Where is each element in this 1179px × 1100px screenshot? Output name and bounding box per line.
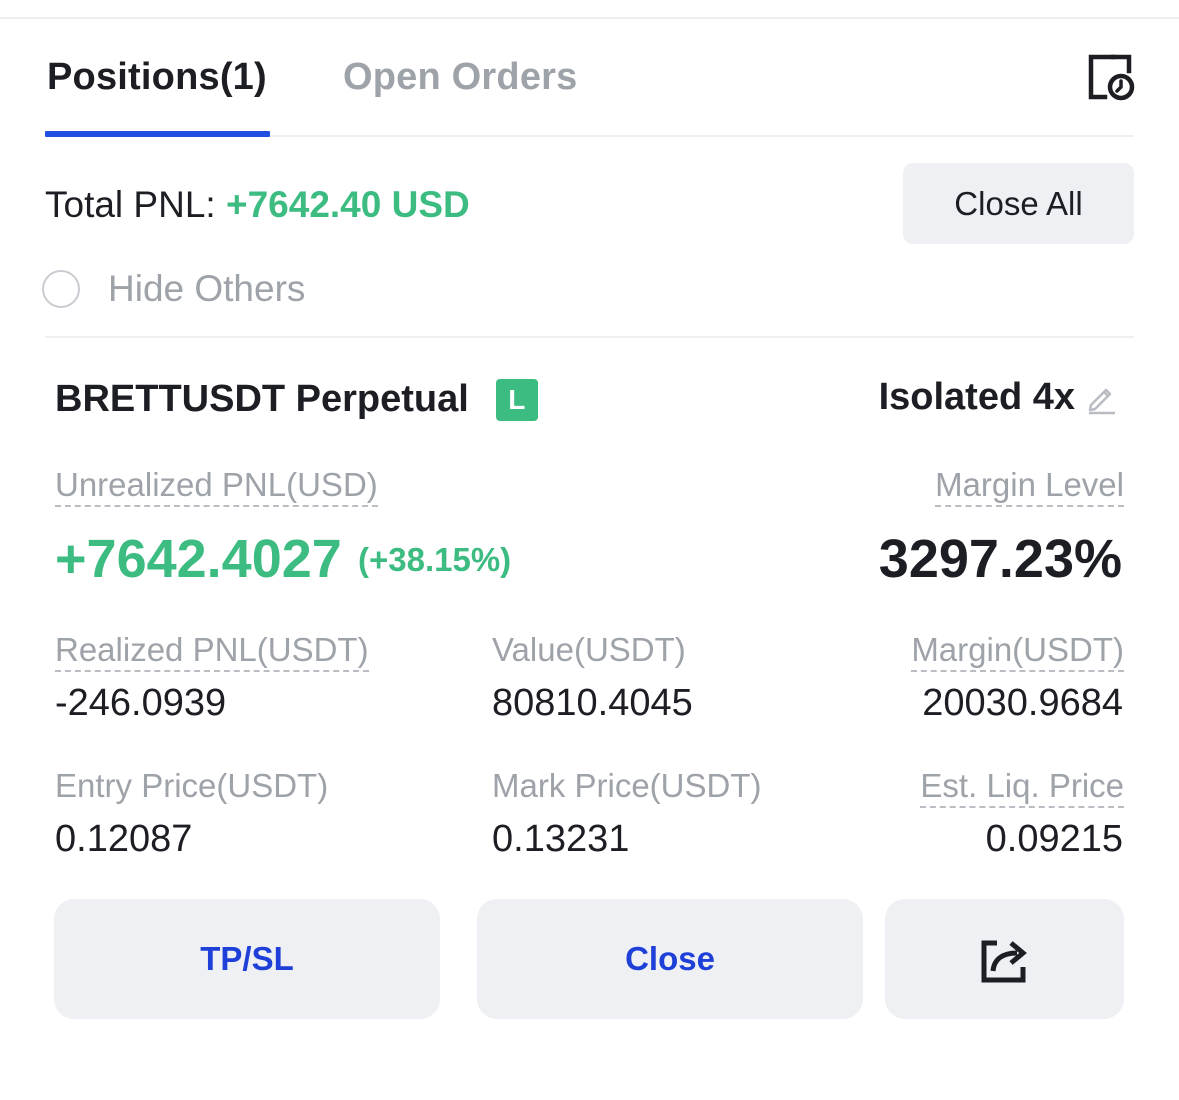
share-icon <box>981 940 1027 983</box>
realized-pnl-value: -246.0939 <box>55 682 227 724</box>
edit-pencil-icon[interactable] <box>1085 381 1119 415</box>
margin-level-label[interactable]: Margin Level <box>935 466 1124 507</box>
liq-price-label[interactable]: Est. Liq. Price <box>920 767 1124 808</box>
tpsl-button[interactable]: TP/SL <box>54 899 440 1019</box>
unrealized-pnl-value: +7642.4027 <box>55 529 342 589</box>
top-divider <box>0 17 1179 19</box>
active-tab-indicator <box>45 131 270 137</box>
section-divider <box>45 336 1134 338</box>
tab-open-orders[interactable]: Open Orders <box>343 56 578 99</box>
mark-price-label: Mark Price(USDT) <box>492 767 762 804</box>
close-all-button[interactable]: Close All <box>903 163 1134 244</box>
margin-label[interactable]: Margin(USDT) <box>911 631 1124 672</box>
hide-others-label: Hide Others <box>108 268 306 309</box>
hide-others-radio[interactable] <box>42 270 80 308</box>
value-label: Value(USDT) <box>492 631 686 668</box>
realized-pnl-label[interactable]: Realized PNL(USDT) <box>55 631 369 672</box>
long-side-badge: L <box>495 378 538 421</box>
close-position-button[interactable]: Close <box>477 899 863 1019</box>
unrealized-pnl-label[interactable]: Unrealized PNL(USD) <box>55 466 378 507</box>
history-icon[interactable] <box>1087 53 1137 103</box>
symbol-name: BRETTUSDT Perpetual <box>55 378 469 420</box>
entry-price-label: Entry Price(USDT) <box>55 767 329 804</box>
total-pnl-value: +7642.40 USD <box>225 184 470 225</box>
total-pnl: Total PNL: +7642.40 USD <box>45 184 470 226</box>
position-value: 80810.4045 <box>492 682 693 724</box>
share-button[interactable] <box>885 899 1124 1019</box>
margin-value: 20030.9684 <box>922 682 1123 724</box>
mark-price-value: 0.13231 <box>492 818 630 860</box>
liq-price-value: 0.09215 <box>985 818 1123 860</box>
hide-others-toggle[interactable]: Hide Others <box>42 268 305 310</box>
position-tabs: Positions(1) Open Orders <box>45 40 1137 137</box>
unrealized-pnl-percent: (+38.15%) <box>358 541 512 578</box>
leverage-selector[interactable]: Isolated 4x <box>879 376 1119 419</box>
leverage-label: Isolated 4x <box>878 376 1075 418</box>
position-symbol: BRETTUSDT Perpetual L <box>55 378 538 421</box>
tab-positions[interactable]: Positions(1) <box>47 56 267 99</box>
margin-level-value: 3297.23% <box>878 529 1122 589</box>
total-pnl-label: Total PNL: <box>45 184 226 225</box>
entry-price-value: 0.12087 <box>55 818 193 860</box>
